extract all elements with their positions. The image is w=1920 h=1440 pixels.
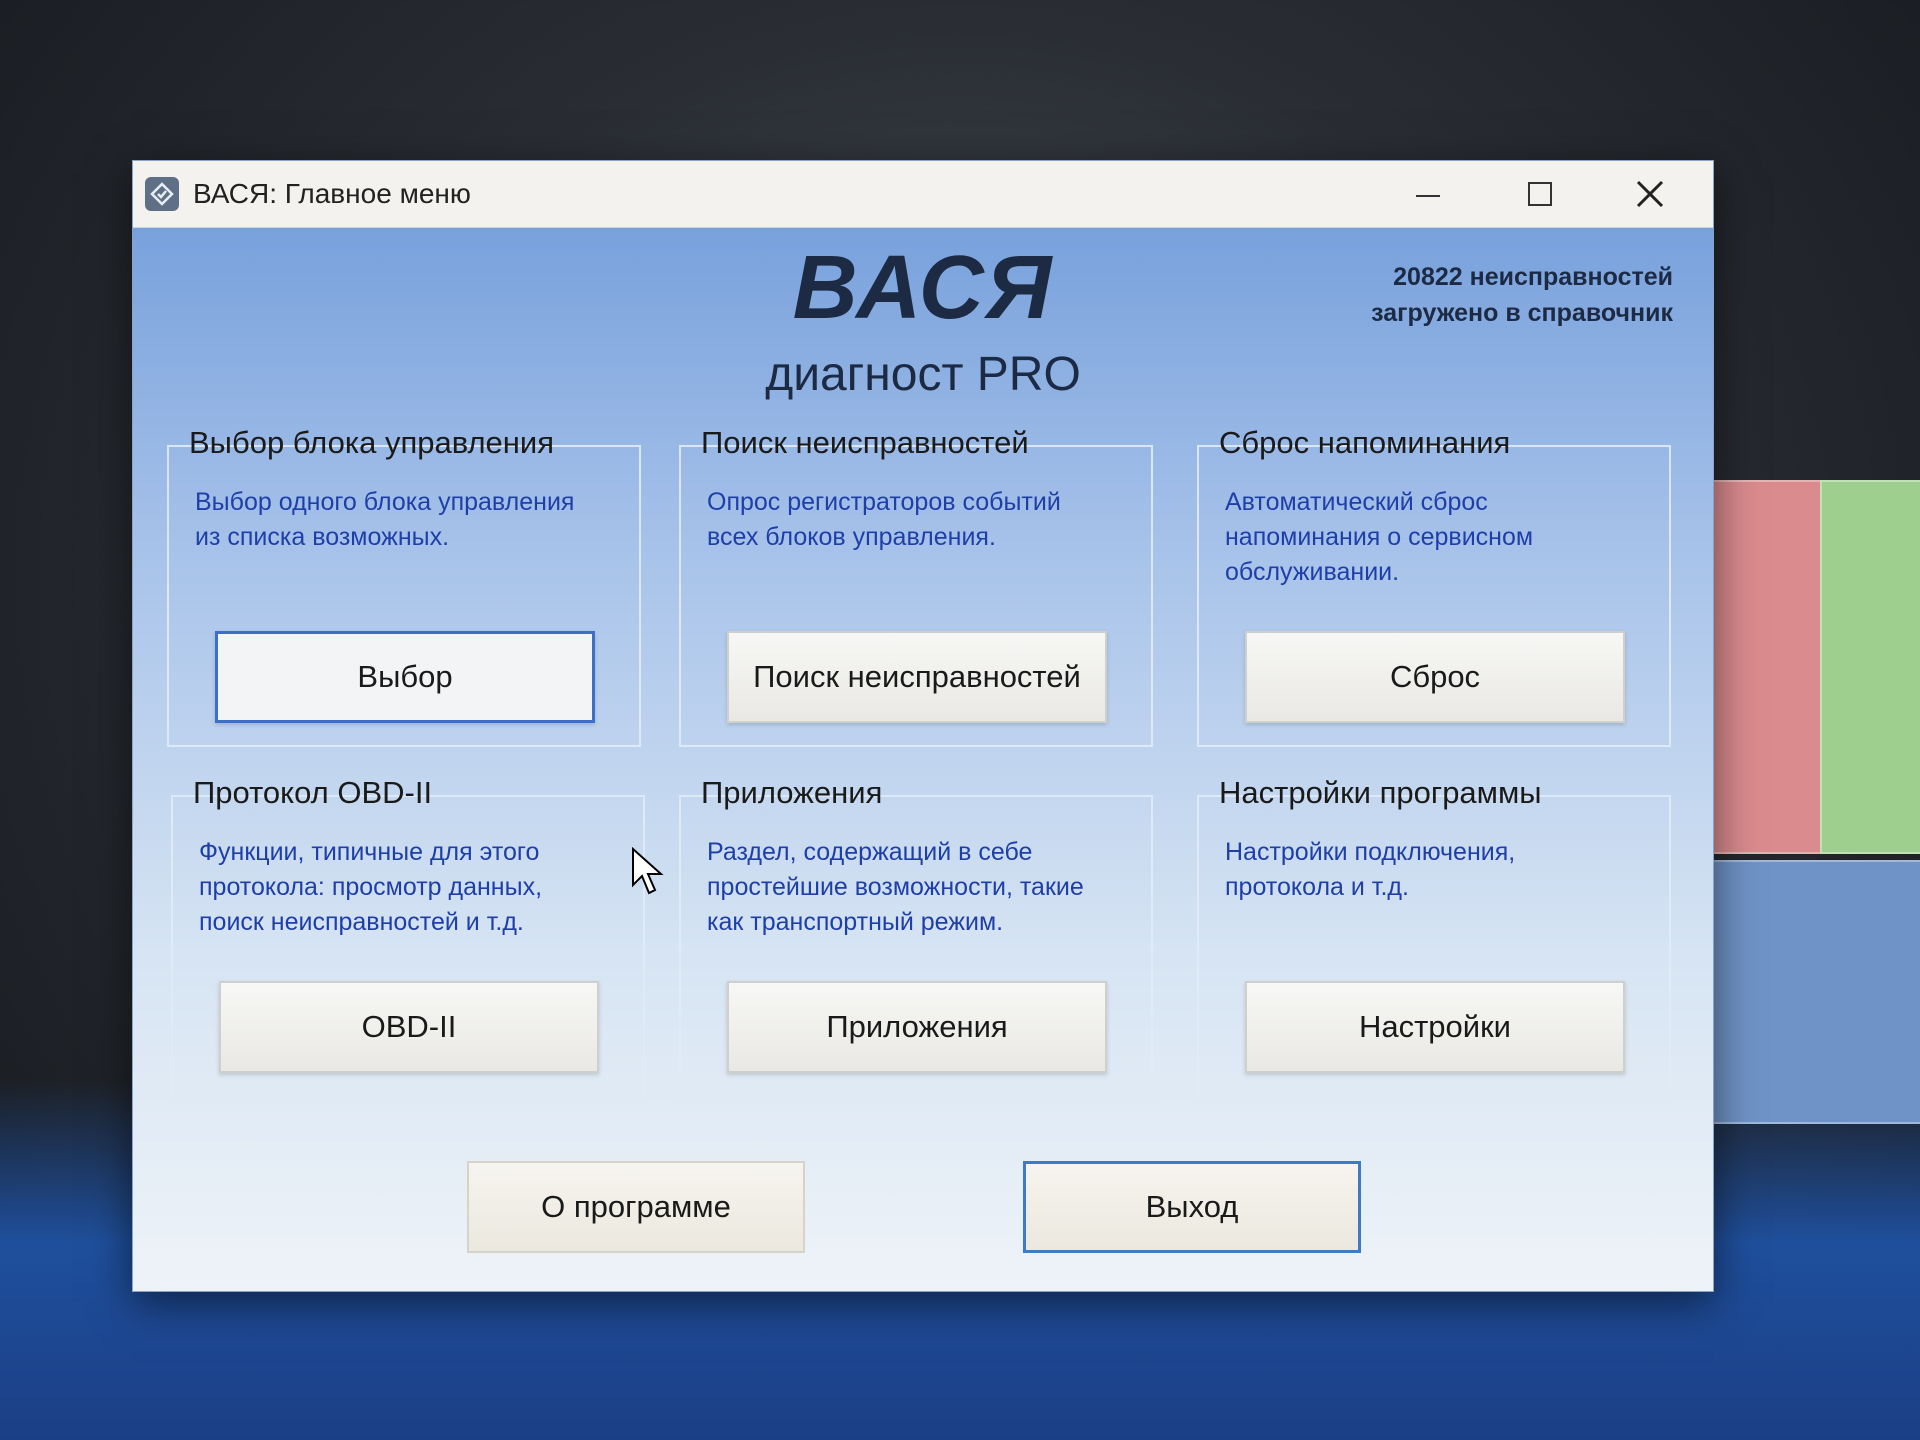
close-button[interactable]	[1595, 161, 1705, 227]
group-description-line: всех блоков управления.	[707, 523, 996, 551]
maximize-button[interactable]	[1485, 161, 1595, 227]
group-description-line: как транспортный режим.	[707, 908, 1004, 936]
group-title: Протокол OBD-II	[187, 775, 439, 811]
group-reminder-reset: Сброс напоминания Автоматический сброс н…	[1197, 425, 1671, 747]
group-title: Выбор блока управления	[183, 425, 561, 461]
select-button[interactable]: Выбор	[215, 631, 595, 723]
maximize-icon	[1528, 182, 1552, 206]
group-description-line: из списка возможных.	[195, 523, 450, 551]
group-description-line: Настройки подключения,	[1225, 838, 1516, 866]
group-description: Раздел, содержащий в себе простейшие воз…	[707, 835, 1127, 940]
settings-button[interactable]: Настройки	[1245, 981, 1625, 1073]
group-description-line: Функции, типичные для этого	[199, 838, 540, 866]
obd2-button[interactable]: OBD-II	[219, 981, 599, 1073]
mouse-cursor-icon	[632, 847, 664, 895]
group-title: Сброс напоминания	[1213, 425, 1517, 461]
group-description: Функции, типичные для этого протокола: п…	[199, 835, 619, 940]
about-button[interactable]: О программе	[467, 1161, 805, 1253]
desktop-wallpaper-tile	[1700, 860, 1920, 1124]
faults-count-line: 20822 неисправностей	[1393, 263, 1673, 291]
group-description: Опрос регистраторов событий всех блоков …	[707, 485, 1127, 555]
group-description-line: поиск неисправностей и т.д.	[199, 908, 524, 936]
group-description: Выбор одного блока управления из списка …	[195, 485, 615, 555]
app-icon	[145, 177, 179, 211]
group-applications: Приложения Раздел, содержащий в себе про…	[679, 775, 1153, 1097]
group-ecu-select: Выбор блока управления Выбор одного блок…	[167, 425, 641, 747]
reset-button[interactable]: Сброс	[1245, 631, 1625, 723]
group-description-line: Выбор одного блока управления	[195, 488, 575, 516]
group-obd2: Протокол OBD-II Функции, типичные для эт…	[171, 775, 645, 1097]
window-title: ВАСЯ: Главное меню	[193, 178, 471, 209]
close-icon	[1636, 180, 1664, 208]
group-description-line: Автоматический сброс	[1225, 488, 1488, 516]
desktop-wallpaper-tile	[1820, 480, 1920, 854]
group-fault-search: Поиск неисправностей Опрос регистраторов…	[679, 425, 1153, 747]
exit-button[interactable]: Выход	[1023, 1161, 1361, 1253]
minimize-icon	[1416, 195, 1440, 197]
group-description-line: простейшие возможности, такие	[707, 873, 1084, 901]
desktop-wallpaper-tile	[1700, 480, 1824, 854]
faults-loaded-line: загружено в справочник	[1371, 299, 1673, 327]
group-description: Настройки подключения, протокола и т.д.	[1225, 835, 1645, 905]
group-description-line: протокола и т.д.	[1225, 873, 1409, 901]
group-title: Настройки программы	[1213, 775, 1548, 811]
group-title: Приложения	[695, 775, 889, 811]
title-bar[interactable]: ВАСЯ: Главное меню	[133, 161, 1713, 228]
group-title: Поиск неисправностей	[695, 425, 1035, 461]
minimize-button[interactable]	[1373, 161, 1483, 227]
applications-button[interactable]: Приложения	[727, 981, 1107, 1073]
app-subtitle: диагност PRO	[765, 348, 1081, 401]
group-description-line: обслуживании.	[1225, 558, 1400, 586]
group-description-line: протокола: просмотр данных,	[199, 873, 543, 901]
main-window: ВАСЯ: Главное меню ВАСЯ диагност PRO 208…	[132, 160, 1714, 1292]
group-description-line: Опрос регистраторов событий	[707, 488, 1061, 516]
group-settings: Настройки программы Настройки подключени…	[1197, 775, 1671, 1097]
group-description-line: Раздел, содержащий в себе	[707, 838, 1033, 866]
faults-count-info: 20822 неисправностей загружено в справоч…	[1371, 259, 1673, 331]
group-description-line: напоминания о сервисном	[1225, 523, 1534, 551]
group-description: Автоматический сброс напоминания о серви…	[1225, 485, 1645, 590]
fault-search-button[interactable]: Поиск неисправностей	[727, 631, 1107, 723]
